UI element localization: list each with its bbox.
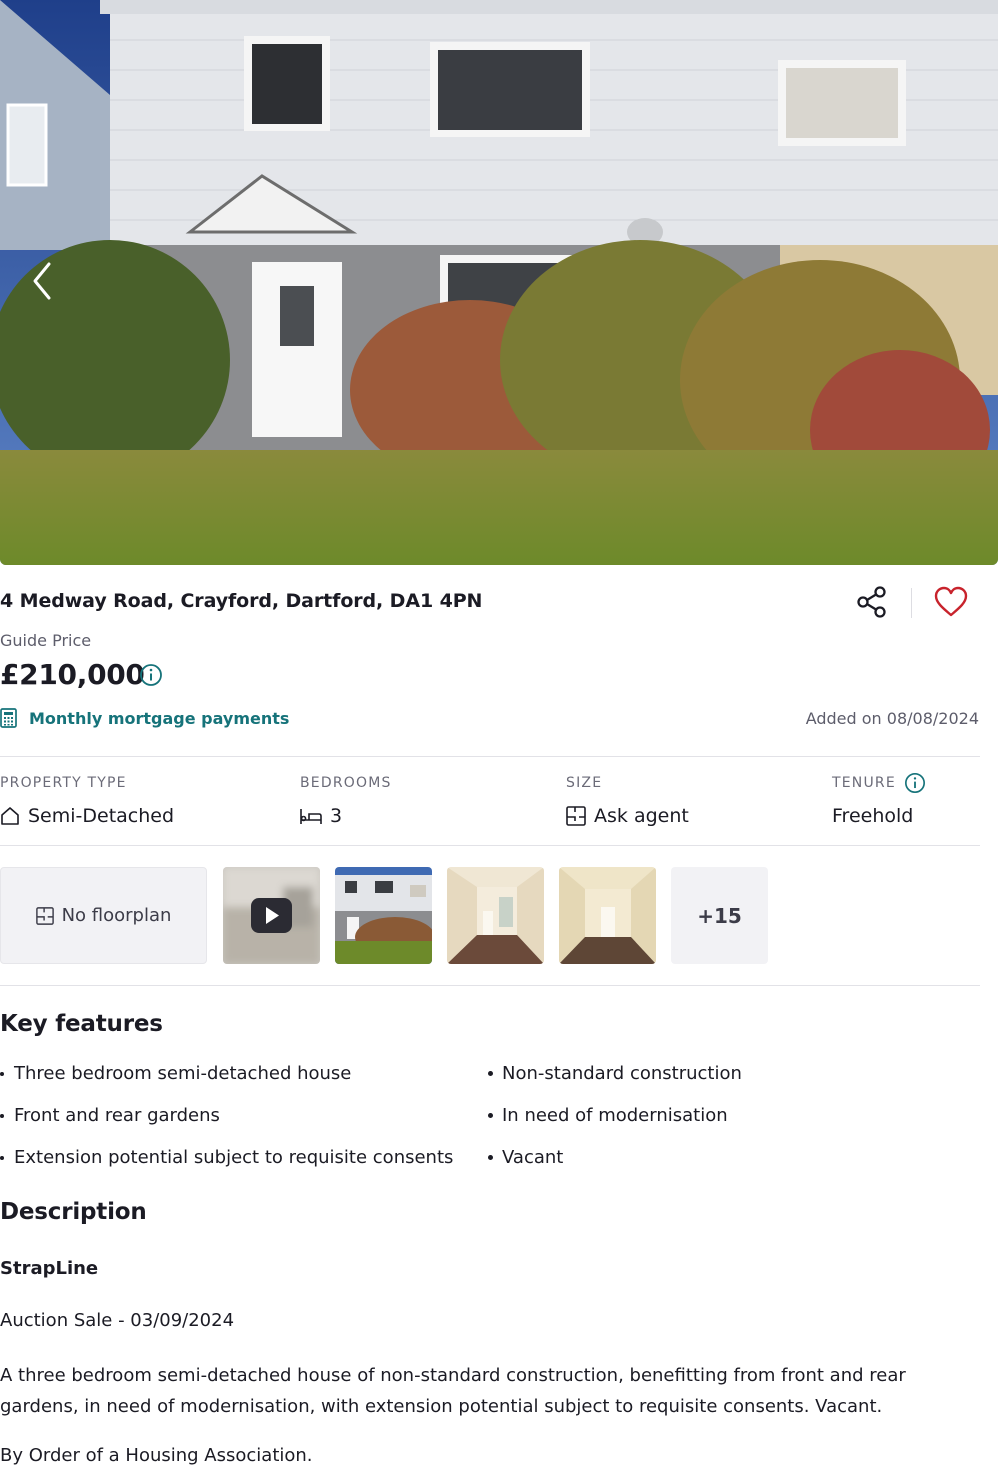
price-info-button[interactable] (139, 663, 163, 687)
description-order-note: By Order of a Housing Association. (0, 1445, 313, 1466)
floorplan-tile[interactable]: No floorplan (0, 867, 207, 964)
fact-value-row: Semi-Detached (0, 803, 174, 829)
fact-label: TENURE (832, 775, 896, 791)
divider (0, 845, 980, 846)
divider (0, 985, 980, 986)
feature-item: Non-standard construction (488, 1063, 742, 1084)
bed-icon (300, 809, 322, 824)
fact-label-row: TENURE (832, 773, 926, 793)
video-thumbnail[interactable] (223, 867, 320, 964)
floorplan-icon (35, 906, 54, 925)
heart-icon (934, 586, 968, 617)
fact-tenure: TENURE Freehold (832, 773, 926, 829)
fact-value: Freehold (832, 805, 914, 827)
info-icon (140, 664, 162, 686)
action-divider (911, 588, 912, 618)
fact-value: Semi-Detached (28, 805, 175, 827)
divider (0, 756, 980, 757)
feature-item: Front and rear gardens (0, 1105, 220, 1126)
feature-text: Extension potential subject to requisite… (14, 1147, 454, 1168)
fact-size: SIZE Ask agent (566, 773, 689, 829)
description-strapline: StrapLine (0, 1258, 99, 1279)
property-price: £210,000 (0, 658, 145, 691)
house-exterior-thumbnail (335, 867, 432, 964)
fact-value-row: Ask agent (566, 803, 689, 829)
fact-label: SIZE (566, 775, 603, 791)
feature-text: Non-standard construction (502, 1063, 742, 1084)
share-button[interactable] (852, 583, 892, 621)
photo-thumbnail[interactable] (447, 867, 544, 964)
bullet-icon (0, 1071, 4, 1076)
bullet-icon (0, 1113, 4, 1118)
share-icon (857, 586, 886, 618)
fact-bedrooms: BEDROOMS 3 (300, 773, 392, 829)
feature-text: Three bedroom semi-detached house (14, 1063, 352, 1084)
bullet-icon (488, 1071, 493, 1076)
main-property-photo[interactable] (0, 0, 998, 565)
fact-value: 3 (330, 805, 343, 827)
bullet-icon (488, 1113, 493, 1118)
fact-label: PROPERTY TYPE (0, 775, 127, 791)
chevron-left-icon (33, 262, 51, 300)
added-date: Added on 08/08/2024 (805, 709, 979, 728)
video-preview (223, 867, 320, 964)
more-photos-button[interactable]: +15 (671, 867, 768, 964)
fact-property-type: PROPERTY TYPE Semi-Detached (0, 773, 174, 829)
feature-text: Front and rear gardens (14, 1105, 220, 1126)
previous-photo-button[interactable] (22, 258, 62, 304)
interior-room-thumbnail (559, 867, 656, 964)
feature-item: Vacant (488, 1147, 563, 1168)
feature-item: Extension potential subject to requisite… (0, 1147, 453, 1168)
guide-price-label: Guide Price (0, 631, 92, 650)
photo-thumbnail[interactable] (559, 867, 656, 964)
bullet-icon (0, 1155, 4, 1160)
feature-item: Three bedroom semi-detached house (0, 1063, 351, 1084)
save-favourite-button[interactable] (930, 583, 972, 621)
fact-value: Ask agent (594, 805, 689, 827)
feature-text: In need of modernisation (502, 1105, 728, 1126)
feature-text: Vacant (502, 1147, 564, 1168)
house-icon (1, 807, 19, 825)
floorplan-icon (566, 806, 586, 826)
description-heading: Description (0, 1199, 147, 1225)
calculator-icon (0, 708, 17, 728)
property-address: 4 Medway Road, Crayford, Dartford, DA1 4… (0, 590, 483, 612)
description-paragraph: A three bedroom semi-detached house of n… (0, 1365, 906, 1417)
photo-thumbnail[interactable] (335, 867, 432, 964)
floorplan-label: No floorplan (61, 905, 172, 926)
house-photo-illustration (0, 0, 998, 565)
key-features-heading: Key features (0, 1011, 163, 1037)
info-icon[interactable] (904, 772, 926, 794)
fact-label: BEDROOMS (300, 775, 392, 791)
fact-value-row: Freehold (832, 803, 926, 829)
interior-room-thumbnail (447, 867, 544, 964)
feature-item: In need of modernisation (488, 1105, 728, 1126)
mortgage-calculator-link[interactable]: Monthly mortgage payments (0, 708, 289, 728)
auction-sale-date: Auction Sale - 03/09/2024 (0, 1310, 235, 1331)
mortgage-link-label: Monthly mortgage payments (29, 708, 290, 728)
fact-value-row: 3 (300, 803, 392, 829)
bullet-icon (488, 1155, 493, 1160)
